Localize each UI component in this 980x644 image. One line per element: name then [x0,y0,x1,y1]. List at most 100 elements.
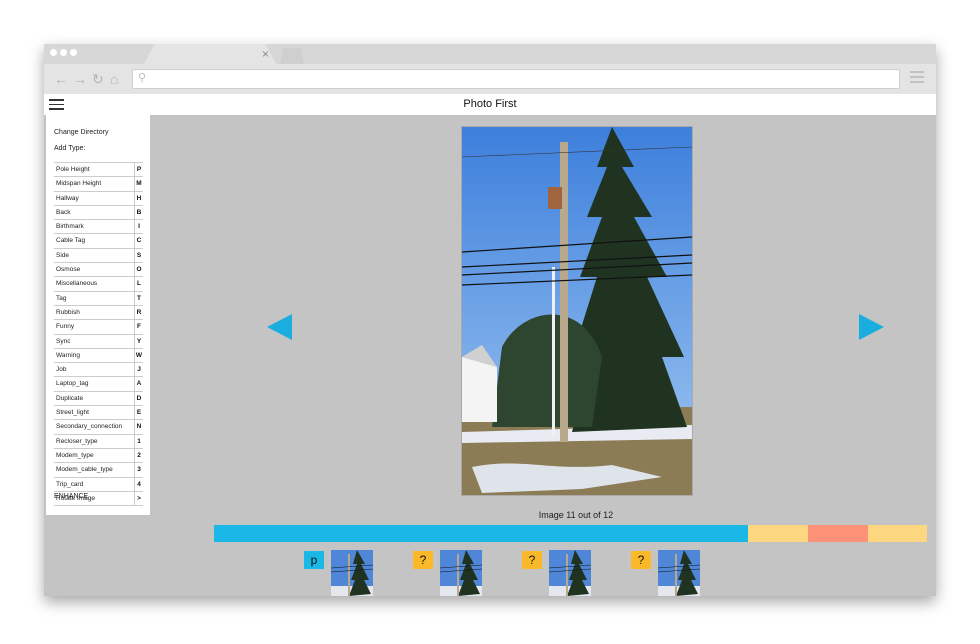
add-type-label: Add Type: [54,145,86,152]
thumbnail-tag-badge: ? [522,551,542,569]
type-name: Street_light [56,409,89,417]
type-row[interactable]: Back B [54,205,143,221]
type-row[interactable]: Duplicate D [54,391,143,407]
type-shortcut-key: M [134,177,143,191]
window-close-dot[interactable] [50,49,57,56]
thumbnail-image[interactable] [331,550,373,596]
progress-segment [868,525,927,542]
type-name: Tag [56,294,67,302]
type-row[interactable]: Trip_card 4 [54,477,143,492]
type-shortcut-key: O [134,263,143,277]
tag-progress-bar [214,525,927,542]
type-shortcut-key: 3 [134,463,143,477]
next-image-arrow-icon[interactable] [859,314,884,340]
type-shortcut-key: L [134,277,143,291]
type-row[interactable]: Rubbish R [54,305,143,321]
progress-segment [808,525,868,542]
type-name: Laptop_tag [56,380,89,388]
type-shortcut-key: > [134,491,143,506]
type-row[interactable]: Pole Height P [54,163,143,178]
type-name: Side [56,251,70,259]
window-maximize-dot[interactable] [70,49,77,56]
type-shortcut-key: 4 [134,477,143,491]
type-shortcut-key: I [134,220,143,234]
type-shortcut-key: W [134,348,143,363]
page-title: Photo First [463,98,517,110]
thumbnail-image[interactable] [658,550,700,596]
type-row[interactable]: Funny F [54,320,143,335]
search-icon: ⚲ [138,72,147,84]
type-name: Midspan Height [56,180,102,188]
type-name: Pole Height [56,166,90,173]
tab-close-icon[interactable]: × [262,46,269,62]
type-name: Hallway [56,194,79,202]
type-name: Trip_card [56,480,84,488]
type-row[interactable]: Hallway H [54,191,143,206]
type-shortcut-key: R [134,305,143,320]
type-shortcut-key: J [134,363,143,377]
type-shortcut-key: N [134,420,143,434]
type-list: Pole Height P Midspan Height M Hallway H Back B… [54,162,143,507]
image-counter: Image 11 out of 12 [538,510,614,520]
type-shortcut-key: B [134,205,143,220]
enhance-button[interactable]: ENHANCE [54,493,88,500]
browser-tab[interactable] [144,44,276,64]
type-shortcut-key: 2 [134,448,143,463]
utility-pole-photo [462,127,692,495]
browser-menu-icon[interactable] [910,71,924,83]
type-row[interactable]: Birthmark I [54,220,143,235]
sidebar: Change Directory Add Type: Pole Height P M… [46,115,150,515]
type-name: Secondary_connection [56,423,123,431]
type-shortcut-key: A [134,377,143,391]
type-name: Modem_type [56,451,94,459]
type-row[interactable]: Laptop_tag A [54,377,143,392]
previous-image-arrow-icon[interactable] [267,314,292,340]
type-name: Funny [56,323,75,331]
type-name: Modem_cable_type [56,466,113,474]
type-shortcut-key: 1 [134,434,143,448]
type-row[interactable]: Modem_type 2 [54,448,143,464]
type-row[interactable]: Osmose O [54,263,143,278]
reload-icon[interactable]: ↻ [92,70,104,88]
type-name: Back [56,208,71,216]
progress-segment [214,525,748,542]
type-shortcut-key: H [134,191,143,205]
type-name: Job [56,366,67,374]
type-row[interactable]: Job J [54,363,143,378]
type-shortcut-key: F [134,320,143,334]
type-row[interactable]: Miscellaneous L [54,277,143,292]
type-row[interactable]: Tag T [54,291,143,306]
type-row[interactable]: Modem_cable_type 3 [54,463,143,478]
type-shortcut-key: T [134,291,143,305]
type-row[interactable]: Warning W [54,348,143,364]
back-icon[interactable]: ← [54,70,68,88]
thumbnail-image[interactable] [440,550,482,596]
type-row[interactable]: Cable Tag C [54,234,143,249]
type-row[interactable]: Midspan Height M [54,177,143,192]
browser-titlebar: × [44,44,936,64]
progress-segment [748,525,808,542]
address-bar[interactable]: ⚲ [132,69,900,89]
type-row[interactable]: Side S [54,248,143,264]
type-shortcut-key: C [134,234,143,248]
thumbnail-image[interactable] [549,550,591,596]
browser-window: × ← → ↻ ⌂ ⚲ Photo First Change Directory… [44,44,936,596]
thumbnail-tag-badge: p [304,551,324,569]
thumbnail-tag-badge: ? [631,551,651,569]
new-tab-button[interactable] [280,48,304,64]
type-row[interactable]: Sync Y [54,334,143,349]
type-name: Miscellaneous [56,280,98,288]
main-photo [461,126,693,496]
thumbnail-strip: p??? [44,548,936,596]
type-row[interactable]: Recloser_type 1 [54,434,143,449]
hamburger-menu-icon[interactable] [49,99,64,110]
type-row[interactable]: Street_light E [54,406,143,421]
type-row[interactable]: Secondary_connection N [54,420,143,435]
type-shortcut-key: D [134,391,143,406]
change-directory-link[interactable]: Change Directory [54,129,108,136]
type-name: Osmose [56,266,81,274]
forward-icon[interactable]: → [73,70,87,88]
type-shortcut-key: S [134,248,143,263]
window-minimize-dot[interactable] [60,49,67,56]
home-icon[interactable]: ⌂ [110,70,118,88]
